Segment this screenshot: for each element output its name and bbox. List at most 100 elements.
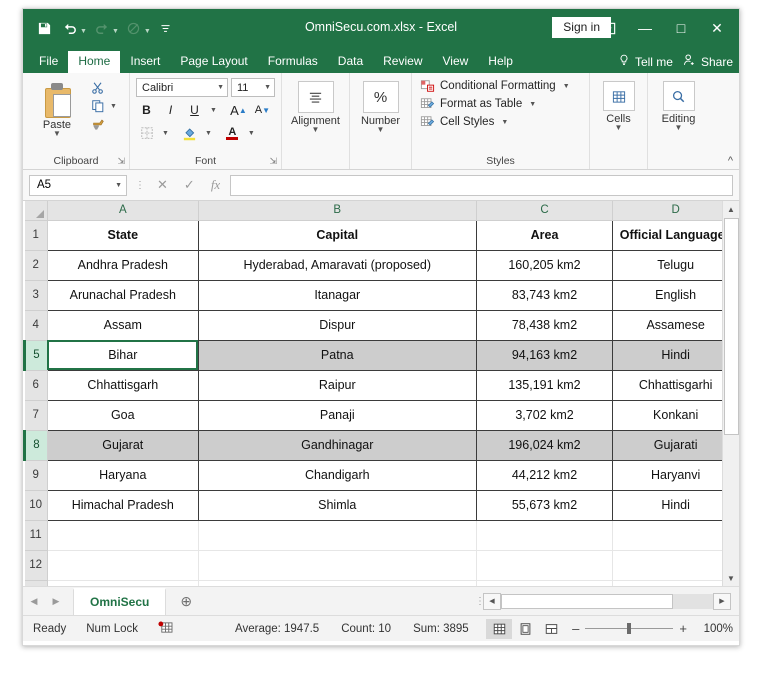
cell-d8[interactable]: Gujarati: [612, 429, 739, 461]
cell-d2[interactable]: Telugu: [612, 249, 739, 281]
fill-color-icon[interactable]: [179, 123, 200, 143]
grow-font-button[interactable]: A ▲: [228, 100, 249, 120]
ribbon-display-options-icon[interactable]: [591, 9, 627, 47]
editing-button[interactable]: Editing ▼: [654, 75, 703, 132]
tab-help[interactable]: Help: [478, 51, 523, 73]
cell-b5[interactable]: Patna: [197, 339, 477, 371]
font-size-combo[interactable]: 11 ▼: [231, 78, 275, 97]
paste-dropdown-icon[interactable]: ▼: [53, 130, 61, 138]
cell-c12[interactable]: [475, 549, 614, 581]
cell-d3[interactable]: English: [612, 279, 739, 311]
cell-b12[interactable]: [197, 549, 477, 581]
normal-view-icon[interactable]: [486, 618, 513, 639]
cell-b9[interactable]: Chandigarh: [197, 459, 477, 491]
tab-insert[interactable]: Insert: [120, 51, 170, 73]
row-header-1[interactable]: 1: [24, 220, 48, 251]
cell-d4[interactable]: Assamese: [612, 309, 739, 341]
row-header-2[interactable]: 2: [24, 250, 48, 281]
chevron-down-icon[interactable]: ▼: [264, 84, 271, 91]
tell-me-button[interactable]: Tell me: [618, 53, 673, 70]
cell-d9[interactable]: Haryanvi: [612, 459, 739, 491]
cell-c10[interactable]: 55,673 km2: [475, 489, 614, 521]
scroll-down-icon[interactable]: ▼: [723, 570, 739, 586]
bold-button[interactable]: B: [136, 100, 157, 120]
minimize-icon[interactable]: —: [627, 9, 663, 47]
cell-a4[interactable]: Assam: [46, 309, 199, 341]
scissors-icon[interactable]: [91, 81, 119, 95]
zoom-slider-thumb[interactable]: [627, 623, 632, 634]
tab-formulas[interactable]: Formulas: [258, 51, 328, 73]
scroll-left-icon[interactable]: ◀: [483, 592, 501, 610]
cell-d6[interactable]: Chhattisgarhi: [612, 369, 739, 401]
cell-c3[interactable]: 83,743 km2: [475, 279, 614, 311]
italic-button[interactable]: I: [160, 100, 181, 120]
previous-sheet-icon[interactable]: ◀: [23, 596, 45, 607]
tab-view[interactable]: View: [433, 51, 479, 73]
name-box[interactable]: A5 ▼: [29, 174, 127, 196]
font-color-icon[interactable]: A: [222, 123, 243, 143]
cell-c11[interactable]: [475, 519, 614, 551]
select-all-corner[interactable]: [24, 201, 48, 221]
row-header-8[interactable]: 8: [23, 430, 48, 461]
cell-c8[interactable]: 196,024 km2: [475, 429, 614, 461]
number-dropdown-icon[interactable]: ▼: [377, 126, 385, 134]
underline-dropdown-icon[interactable]: ▼: [208, 107, 219, 114]
cell-b10[interactable]: Shimla: [197, 489, 477, 521]
cell-b11[interactable]: [197, 519, 477, 551]
zoom-slider[interactable]: [585, 623, 674, 634]
share-button[interactable]: Share: [683, 53, 733, 70]
cell-a6[interactable]: Chhattisgarh: [46, 369, 199, 401]
next-sheet-icon[interactable]: ▶: [45, 596, 67, 607]
number-button[interactable]: % Number ▼: [356, 75, 405, 134]
tab-data[interactable]: Data: [328, 51, 373, 73]
cell-a12[interactable]: [46, 549, 199, 581]
alignment-dropdown-icon[interactable]: ▼: [312, 126, 320, 134]
font-family-combo[interactable]: Calibri ▼: [136, 78, 228, 97]
cell-d5[interactable]: Hindi: [612, 339, 739, 371]
cell-a5[interactable]: Bihar: [46, 339, 199, 371]
cell-a2[interactable]: Andhra Pradesh: [46, 249, 199, 281]
cell-b2[interactable]: Hyderabad, Amaravati (proposed): [197, 249, 477, 281]
zoom-out-button[interactable]: –: [572, 621, 579, 636]
cell-a8[interactable]: Gujarat: [46, 429, 199, 461]
chevron-down-icon[interactable]: ▼: [527, 101, 538, 108]
borders-icon[interactable]: [136, 123, 157, 143]
cell-c9[interactable]: 44,212 km2: [475, 459, 614, 491]
column-header-d[interactable]: D: [612, 201, 739, 221]
column-header-b[interactable]: B: [198, 201, 477, 221]
cell-c4[interactable]: 78,438 km2: [475, 309, 614, 341]
alignment-button[interactable]: Alignment ▼: [288, 75, 343, 134]
maximize-icon[interactable]: □: [663, 9, 699, 47]
copy-icon[interactable]: ▼: [91, 99, 119, 113]
cell-c1[interactable]: Area: [475, 219, 614, 251]
collapse-ribbon-icon[interactable]: ^: [728, 155, 733, 167]
cell-b6[interactable]: Raipur: [197, 369, 477, 401]
zoom-in-button[interactable]: +: [679, 621, 687, 636]
paste-button[interactable]: Paste ▼: [29, 79, 85, 138]
tab-home[interactable]: Home: [68, 50, 121, 73]
row-header-9[interactable]: 9: [24, 460, 48, 491]
chevron-down-icon[interactable]: ▼: [561, 83, 572, 90]
horizontal-scrollbar-thumb[interactable]: [501, 593, 673, 609]
cell-a1[interactable]: State: [46, 219, 199, 251]
fill-color-dropdown-icon[interactable]: ▼: [203, 130, 214, 137]
cell-d12[interactable]: [612, 549, 739, 581]
font-color-dropdown-icon[interactable]: ▼: [246, 130, 257, 137]
add-sheet-icon[interactable]: ⊕: [180, 593, 192, 610]
vertical-scrollbar[interactable]: ▲ ▼: [722, 201, 739, 586]
scroll-up-icon[interactable]: ▲: [723, 201, 739, 217]
cell-a3[interactable]: Arunachal Pradesh: [46, 279, 199, 311]
chevron-down-icon[interactable]: ▼: [499, 119, 510, 126]
page-break-preview-icon[interactable]: [538, 619, 564, 639]
cell-b4[interactable]: Dispur: [197, 309, 477, 341]
close-icon[interactable]: ✕: [699, 9, 735, 47]
column-header-c[interactable]: C: [476, 201, 614, 221]
cell-c7[interactable]: 3,702 km2: [475, 399, 614, 431]
column-header-a[interactable]: A: [47, 201, 199, 221]
cell-c6[interactable]: 135,191 km2: [475, 369, 614, 401]
format-as-table-button[interactable]: Format as Table ▼: [420, 97, 583, 111]
borders-dropdown-icon[interactable]: ▼: [160, 130, 171, 137]
tab-file[interactable]: File: [29, 51, 68, 73]
format-painter-icon[interactable]: [91, 117, 119, 131]
cell-a10[interactable]: Himachal Pradesh: [46, 489, 199, 521]
